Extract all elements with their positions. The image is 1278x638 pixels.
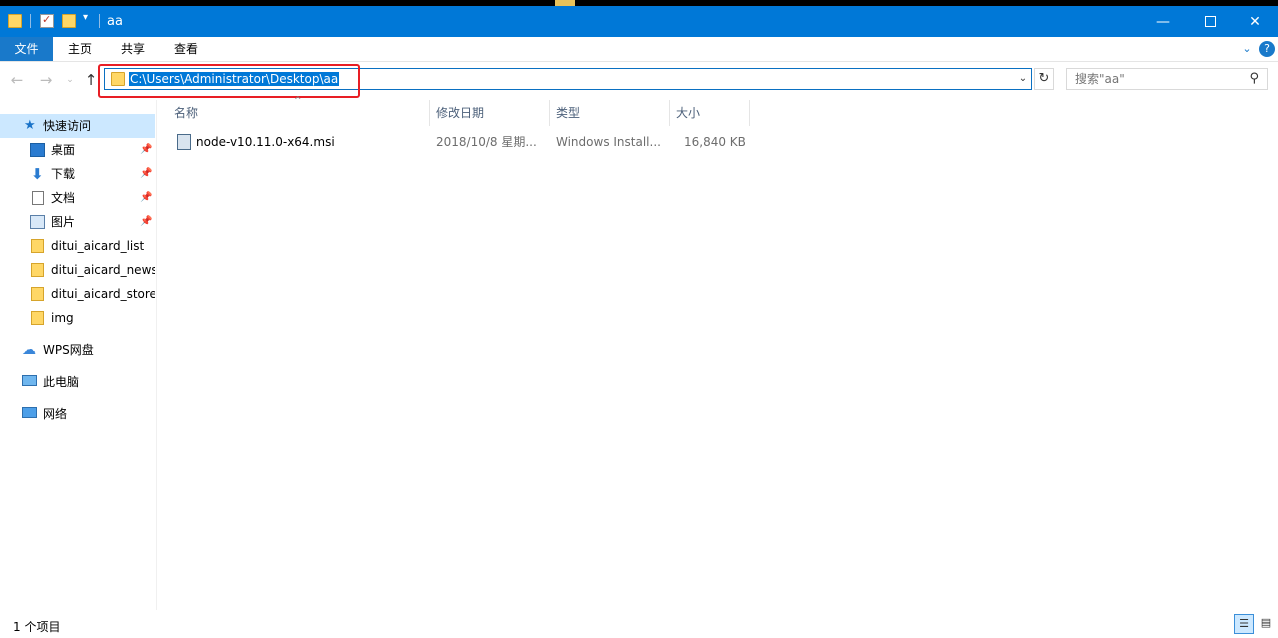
- back-arrow-icon: ←: [10, 71, 24, 89]
- tab-view[interactable]: 查看: [166, 37, 206, 61]
- refresh-button[interactable]: ↻: [1034, 68, 1054, 90]
- sidebar-item-ditui-aicard-store[interactable]: ditui_aicard_store: [0, 282, 155, 306]
- large-icons-view-icon: ▤: [1260, 616, 1272, 629]
- table-row[interactable]: node-v10.11.0-x64.msi 2018/10/8 星期... Wi…: [168, 131, 758, 153]
- sidebar-item-label: 网络: [43, 407, 68, 421]
- sidebar-item-ditui-aicard-list[interactable]: ditui_aicard_list: [0, 234, 155, 258]
- folder-icon: [31, 287, 44, 301]
- maximize-button[interactable]: [1187, 6, 1233, 37]
- file-name: node-v10.11.0-x64.msi: [196, 135, 335, 149]
- pin-icon: 📌: [140, 168, 153, 179]
- qat-dropdown-icon[interactable]: ▾: [83, 12, 88, 23]
- search-icon: ⚲: [1249, 71, 1259, 86]
- item-count: 1 个项目: [13, 620, 61, 634]
- pin-icon: 📌: [140, 216, 153, 227]
- sidebar-item-label: ditui_aicard_list: [51, 239, 145, 253]
- sidebar-item-label: 文档: [51, 191, 76, 205]
- properties-icon[interactable]: [40, 13, 54, 28]
- cloud-icon: ☁: [22, 342, 36, 358]
- tab-share[interactable]: 共享: [113, 37, 153, 61]
- sidebar-item-downloads[interactable]: ⬇ 下载 📌: [0, 162, 155, 186]
- title-bar: ▾ aa — ✕: [0, 6, 1278, 37]
- folder-icon: [31, 263, 44, 277]
- refresh-icon: ↻: [1038, 71, 1050, 86]
- help-icon[interactable]: ?: [1259, 41, 1275, 57]
- folder-icon: [31, 239, 44, 253]
- sidebar-item-wps-cloud[interactable]: ☁ WPS网盘: [0, 338, 155, 362]
- download-icon: ⬇: [31, 165, 44, 183]
- pin-icon: 📌: [140, 144, 153, 155]
- navigation-pane: ★ 快速访问 桌面 📌 ⬇ 下载 📌 文档 📌 图片 📌 ditui_aicar…: [0, 100, 157, 610]
- highlight-annotation: [98, 64, 360, 98]
- file-date: 2018/10/8 星期...: [436, 135, 537, 149]
- sidebar-item-label: 快速访问: [43, 119, 92, 133]
- close-button[interactable]: ✕: [1232, 6, 1278, 37]
- picture-icon: [30, 215, 45, 229]
- large-icons-view-button[interactable]: ▤: [1256, 614, 1276, 634]
- new-folder-icon[interactable]: [62, 14, 76, 28]
- pin-icon: 📌: [140, 192, 153, 203]
- up-arrow-icon: ↑: [84, 71, 98, 89]
- details-view-icon: ☰: [1239, 617, 1249, 630]
- sidebar-item-img[interactable]: img: [0, 306, 155, 330]
- column-header-size[interactable]: 大小: [670, 100, 750, 126]
- minimize-icon: —: [1156, 13, 1170, 30]
- sidebar-item-label: ditui_aicard_news: [51, 263, 155, 277]
- back-button[interactable]: ←: [8, 71, 26, 89]
- address-dropdown-icon[interactable]: ⌄: [1015, 69, 1031, 89]
- ribbon-tabs: 文件 主页 共享 查看 ⌄ ?: [0, 37, 1278, 62]
- file-size: 16,840 KB: [684, 135, 746, 149]
- status-bar: 1 个项目 ☰ ▤: [0, 614, 1278, 638]
- forward-button[interactable]: →: [37, 71, 55, 89]
- sidebar-item-documents[interactable]: 文档 📌: [0, 186, 155, 210]
- tab-file[interactable]: 文件: [0, 37, 53, 61]
- sidebar-item-label: 下载: [51, 167, 76, 181]
- column-header-name[interactable]: 名称: [168, 100, 430, 126]
- msi-installer-icon: [177, 134, 191, 150]
- document-icon: [32, 191, 44, 205]
- network-icon: [22, 407, 37, 418]
- sidebar-item-label: 此电脑: [43, 375, 80, 389]
- sidebar-item-label: 桌面: [51, 143, 76, 157]
- qat-separator: [30, 14, 31, 28]
- search-box[interactable]: ⚲: [1066, 68, 1268, 90]
- column-header-type[interactable]: 类型: [550, 100, 670, 126]
- sidebar-item-label: WPS网盘: [43, 343, 94, 357]
- maximize-icon: [1204, 16, 1216, 27]
- star-icon: ★: [24, 118, 36, 133]
- sidebar-item-desktop[interactable]: 桌面 📌: [0, 138, 155, 162]
- forward-arrow-icon: →: [39, 71, 53, 89]
- tab-home[interactable]: 主页: [60, 37, 100, 61]
- expand-ribbon-icon[interactable]: ⌄: [1239, 41, 1255, 57]
- recent-locations-button[interactable]: ⌄: [61, 71, 79, 89]
- sidebar-item-label: 图片: [51, 215, 76, 229]
- qat-separator-2: [99, 14, 100, 28]
- sidebar-item-quick-access[interactable]: ★ 快速访问: [0, 114, 155, 138]
- minimize-button[interactable]: —: [1140, 6, 1186, 37]
- sidebar-item-label: img: [51, 311, 74, 325]
- desktop-icon: [30, 143, 45, 157]
- search-input[interactable]: [1075, 72, 1235, 86]
- file-type: Windows Install...: [556, 135, 661, 149]
- sidebar-item-pictures[interactable]: 图片 📌: [0, 210, 155, 234]
- computer-icon: [22, 375, 37, 386]
- sidebar-item-label: ditui_aicard_store: [51, 287, 155, 301]
- sidebar-item-ditui-aicard-news[interactable]: ditui_aicard_news: [0, 258, 155, 282]
- column-header-date[interactable]: 修改日期: [430, 100, 550, 126]
- folder-icon: [31, 311, 44, 325]
- window-title: aa: [107, 14, 123, 29]
- chevron-down-icon: ⌄: [66, 75, 74, 85]
- sidebar-item-network[interactable]: 网络: [0, 402, 155, 426]
- sidebar-item-this-pc[interactable]: 此电脑: [0, 370, 155, 394]
- app-folder-icon: [8, 14, 22, 28]
- close-icon: ✕: [1249, 13, 1261, 30]
- details-view-button[interactable]: ☰: [1234, 614, 1254, 634]
